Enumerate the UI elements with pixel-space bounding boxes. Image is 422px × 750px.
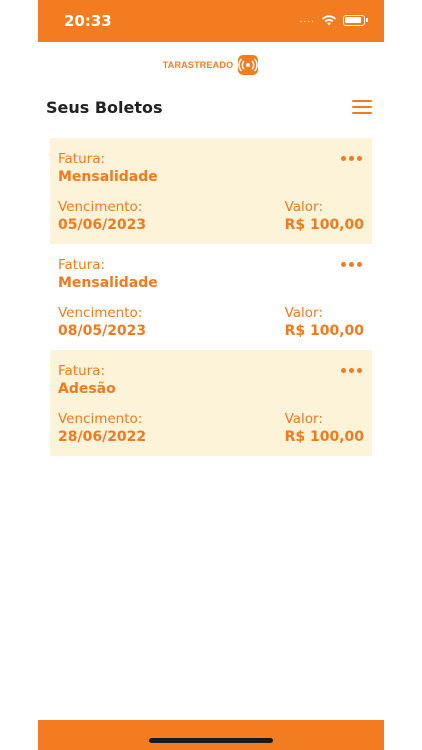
wifi-icon: [322, 15, 336, 26]
brand-logo: TARASTREADO: [38, 52, 384, 78]
status-icons: ....: [300, 14, 368, 26]
boleto-details: Vencimento: 28/06/2022 Valor: R$ 100,00: [58, 410, 364, 446]
vencimento-value: 05/06/2023: [58, 217, 147, 233]
valor-group: Valor: R$ 100,00: [285, 410, 364, 446]
fatura-label: Fatura:: [58, 363, 106, 379]
fatura-label: Fatura:: [58, 257, 106, 273]
valor-label: Valor:: [284, 305, 323, 321]
hamburger-icon-line: [352, 106, 372, 108]
vencimento-group: Vencimento: 08/05/2023: [58, 304, 146, 340]
battery-icon: [343, 14, 365, 26]
vencimento-value: 28/06/2022: [58, 429, 147, 445]
valor-value: R$ 100,00: [284, 323, 364, 339]
valor-label: Valor:: [284, 199, 323, 215]
more-options-icon[interactable]: [341, 156, 362, 161]
battery-cap: [366, 18, 368, 22]
vencimento-label: Vencimento:: [58, 199, 143, 215]
vencimento-group: Vencimento: 05/06/2023: [58, 198, 146, 234]
page-header: Seus Boletos: [46, 96, 376, 122]
valor-value: R$ 100,00: [284, 429, 364, 445]
vencimento-value: 08/05/2023: [58, 323, 147, 339]
fatura-label: Fatura:: [58, 151, 106, 167]
fatura-value: Mensalidade: [58, 275, 158, 291]
brand-signal-icon: [238, 55, 259, 75]
boleto-card[interactable]: Fatura: Mensalidade Vencimento: 08/05/20…: [50, 244, 372, 350]
signal-icon: ....: [299, 15, 315, 25]
page-title: Seus Boletos: [46, 98, 163, 117]
home-indicator[interactable]: [149, 738, 273, 743]
boleto-details: Vencimento: 05/06/2023 Valor: R$ 100,00: [58, 198, 364, 234]
vencimento-label: Vencimento:: [58, 411, 143, 427]
valor-label: Valor:: [284, 411, 323, 427]
hamburger-icon-line: [352, 100, 372, 102]
vencimento-group: Vencimento: 28/06/2022: [58, 410, 146, 446]
status-bar: 20:33 ....: [38, 0, 384, 42]
menu-button[interactable]: [352, 100, 372, 116]
valor-group: Valor: R$ 100,00: [285, 304, 364, 340]
boleto-details: Vencimento: 08/05/2023 Valor: R$ 100,00: [58, 304, 364, 340]
fatura-value: Adesão: [58, 381, 116, 397]
boleto-card[interactable]: Fatura: Adesão Vencimento: 28/06/2022 Va…: [50, 350, 372, 456]
bottom-bar: [38, 720, 384, 750]
valor-value: R$ 100,00: [284, 217, 364, 233]
more-options-icon[interactable]: [341, 262, 362, 267]
brand-name: TARASTREADO: [162, 60, 234, 70]
more-options-icon[interactable]: [341, 368, 362, 373]
valor-group: Valor: R$ 100,00: [285, 198, 364, 234]
status-time: 20:33: [64, 12, 112, 30]
fatura-value: Mensalidade: [58, 169, 158, 185]
boleto-card[interactable]: Fatura: Mensalidade Vencimento: 05/06/20…: [50, 138, 372, 244]
vencimento-label: Vencimento:: [58, 305, 143, 321]
phone-screen: 20:33 .... TARASTREADO Seus Boletos Fatu…: [38, 0, 384, 750]
hamburger-icon-line: [352, 112, 372, 114]
